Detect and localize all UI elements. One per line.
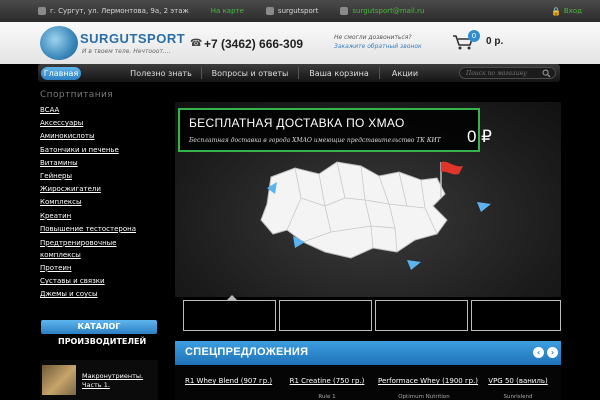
nav-tab-promos[interactable]: Акции <box>380 69 430 78</box>
sidebar-item-protein[interactable]: Протеин <box>40 262 158 275</box>
login-label[interactable]: Вход <box>564 7 582 15</box>
product-brand: Rule 1 <box>318 394 336 400</box>
skype-item: surgutsport <box>265 7 319 15</box>
logo-title[interactable]: SURGUTSPORT <box>80 31 185 46</box>
nav-tab-cart[interactable]: Ваша корзина <box>299 69 379 78</box>
special-offers-list: R1 Whey Blend (907 гр.) R1 Creatine (750… <box>175 365 561 400</box>
skype-icon <box>265 7 274 15</box>
callback-link[interactable]: Закажите обратный звонок <box>334 43 422 50</box>
journal-item-title[interactable]: Макронутриенты. Часть 1. <box>82 372 158 390</box>
mail-icon <box>340 7 349 15</box>
special-offers: СПЕЦПРЕДЛОЖЕНИЯ ‹ › R1 Whey Blend (907 г… <box>175 341 561 400</box>
hero-slider[interactable]: БЕСПЛАТНАЯ ДОСТАВКА ПО ХМАО Бесплатная д… <box>175 102 561 297</box>
special-offers-title: СПЕЦПРЕДЛОЖЕНИЯ <box>185 346 309 358</box>
slider-thumb-4[interactable] <box>471 300 561 331</box>
header: SURGUTSPORT И в твоем теле. Нечтооот....… <box>0 22 600 64</box>
login-link[interactable]: 🔒 Вход <box>551 0 582 22</box>
slider-thumb-2[interactable] <box>279 300 372 331</box>
slider-thumb-3[interactable] <box>375 300 468 331</box>
product-link[interactable]: R1 Whey Blend (907 гр.) <box>185 377 272 385</box>
journal-thumbnail[interactable] <box>42 365 76 395</box>
sidebar-item-complexes[interactable]: Комплексы <box>40 196 158 209</box>
sidebar-item-fat-burners[interactable]: Жиросжигатели <box>40 183 158 196</box>
email-item[interactable]: surgutsport@mail.ru <box>340 7 424 15</box>
hero-caption-box: БЕСПЛАТНАЯ ДОСТАВКА ПО ХМАО Бесплатная д… <box>178 108 480 152</box>
catalog-button[interactable]: КАТАЛОГ <box>41 320 157 334</box>
sidebar-item-bcaa[interactable]: BCAA <box>40 104 158 117</box>
address-item: г. Сургут, ул. Лермонтова, 9а, 2 этаж <box>38 7 189 15</box>
sidebar-item-jams[interactable]: Джемы и соусы <box>40 288 158 301</box>
location-icon <box>38 7 46 15</box>
map-link[interactable]: На карте <box>211 7 244 15</box>
product-brand: Optimum Nutrition <box>398 394 450 400</box>
search-input[interactable] <box>466 69 542 78</box>
sidebar-item-amino-acids[interactable]: Аминокислоты <box>40 130 158 143</box>
search-icon[interactable] <box>542 69 551 78</box>
phone-number: +7 (3462) 666-309 <box>204 37 304 51</box>
active-thumb-indicator <box>227 295 237 300</box>
chevron-left-icon[interactable]: ‹ <box>533 347 544 358</box>
nav-tab-faq[interactable]: Вопросы и ответы <box>202 69 298 78</box>
address-text: г. Сургут, ул. Лермонтова, 9а, 2 этаж <box>50 7 189 15</box>
journal-heading <box>42 348 158 360</box>
skype-text: surgutsport <box>277 7 319 15</box>
map-marker-arrow-right <box>477 202 491 212</box>
region-map-shape <box>260 161 448 259</box>
email-link[interactable]: surgutsport@mail.ru <box>352 7 424 15</box>
journal-item[interactable]: Макронутриенты. Часть 1. <box>40 360 158 400</box>
slider-thumbnails <box>183 295 561 331</box>
hero-title: БЕСПЛАТНАЯ ДОСТАВКА ПО ХМАО <box>189 116 405 130</box>
logo-emblem-icon[interactable] <box>40 26 78 60</box>
sidebar-item-testosterone[interactable]: Повышение тестостерона <box>40 223 158 236</box>
cart-total[interactable]: 0 р. <box>486 36 503 47</box>
sidebar: Спортпитания BCAA Аксессуары Аминокислот… <box>40 90 158 400</box>
slider-thumb-1[interactable] <box>183 300 276 331</box>
callback-question: Не смогли дозвониться? <box>334 34 412 41</box>
hero-subtitle: Бесплатная доставка в города ХМАО имеющи… <box>189 137 441 144</box>
sidebar-item-joints[interactable]: Суставы и связки <box>40 275 158 288</box>
search-box <box>459 67 556 79</box>
nav-tab-home[interactable]: Главная <box>41 66 81 80</box>
sidebar-item-preworkout[interactable]: Предтренировочные комплексы <box>40 236 158 262</box>
main-nav: Главная Полезно знать Вопросы и ответы В… <box>38 64 560 82</box>
sidebar-item-vitamins[interactable]: Витамины <box>40 157 158 170</box>
sidebar-title: Спортпитания <box>40 90 114 100</box>
map-marker-arrow-bottom-right <box>407 260 421 270</box>
sidebar-item-accessories[interactable]: Аксессуары <box>40 117 158 130</box>
logo-slogan: И в твоем теле. Нечтооот.... <box>82 48 171 55</box>
phone-icon: ☎ <box>190 38 203 49</box>
sidebar-item-creatine[interactable]: Креатин <box>40 210 158 223</box>
hero-price: 0 ₽ <box>467 127 492 146</box>
product-link[interactable]: R1 Creatine (750 гр.) <box>285 377 369 385</box>
manufacturers-title[interactable]: ПРОИЗВОДИТЕЛЕЙ <box>58 337 146 346</box>
product-link[interactable]: Performace Whey (1900 гр.) <box>378 377 478 385</box>
sidebar-item-gainers[interactable]: Гейнеры <box>40 170 158 183</box>
map-link-item[interactable]: На карте <box>211 7 244 15</box>
page: г. Сургут, ул. Лермонтова, 9а, 2 этаж На… <box>0 0 600 400</box>
product-link[interactable]: VPG 50 (ваниль) <box>483 377 553 385</box>
chevron-right-icon[interactable]: › <box>547 347 558 358</box>
flag-icon <box>441 161 463 175</box>
sidebar-item-bars[interactable]: Батончики и печенье <box>40 144 158 157</box>
special-offers-header: СПЕЦПРЕДЛОЖЕНИЯ ‹ › <box>175 341 561 365</box>
top-info-bar: г. Сургут, ул. Лермонтова, 9а, 2 этаж На… <box>0 0 600 22</box>
nav-tab-useful[interactable]: Полезно знать <box>121 69 201 78</box>
lock-icon: 🔒 <box>550 6 561 16</box>
cart-count-badge: 0 <box>468 30 480 42</box>
product-brand: Sunrislend <box>503 394 533 400</box>
